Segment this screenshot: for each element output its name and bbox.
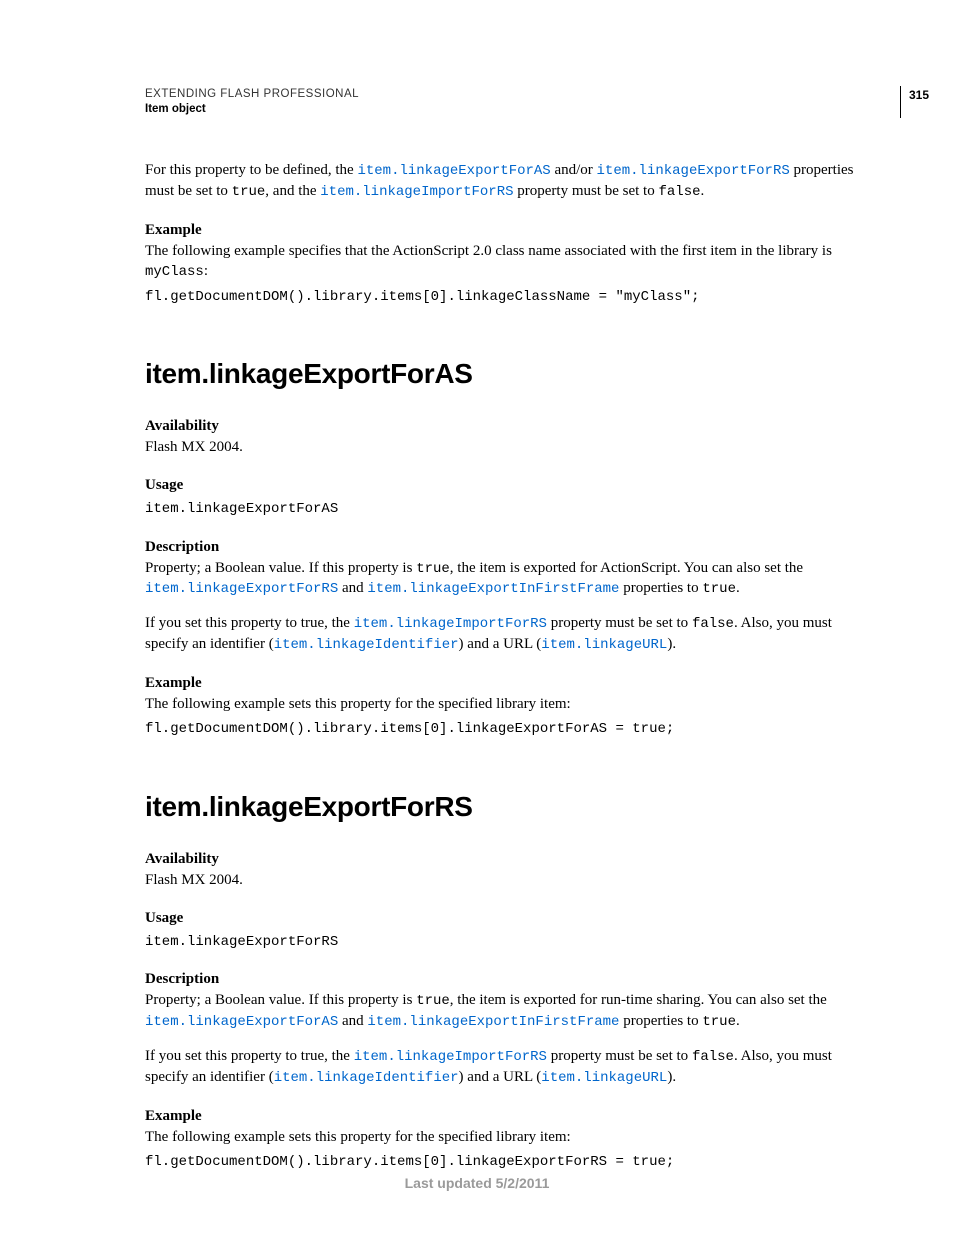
text: . xyxy=(736,1013,740,1029)
availability-text: Flash MX 2004. xyxy=(145,870,859,890)
code-true: true xyxy=(702,1014,736,1030)
link-linkage-identifier[interactable]: item.linkageIdentifier xyxy=(274,1070,459,1086)
example-text: The following example sets this property… xyxy=(145,1127,859,1147)
example-label: Example xyxy=(145,675,859,692)
usage-label: Usage xyxy=(145,910,859,927)
code-false: false xyxy=(692,1049,734,1065)
description-p1: Property; a Boolean value. If this prope… xyxy=(145,558,859,600)
example-text: The following example sets this property… xyxy=(145,694,859,714)
availability-text: Flash MX 2004. xyxy=(145,437,859,457)
link-linkage-url[interactable]: item.linkageURL xyxy=(541,1070,667,1086)
footer-last-updated: Last updated 5/2/2011 xyxy=(0,1175,954,1191)
text: , the item is exported for run-time shar… xyxy=(450,992,827,1008)
intro-paragraph: For this property to be defined, the ite… xyxy=(145,160,859,202)
text: . xyxy=(736,580,740,596)
text: ) and a URL ( xyxy=(459,636,542,652)
text: ) and a URL ( xyxy=(459,1069,542,1085)
usage-label: Usage xyxy=(145,477,859,494)
text: properties to xyxy=(619,580,702,596)
link-linkage-export-for-as[interactable]: item.linkageExportForAS xyxy=(357,163,550,179)
example-code: fl.getDocumentDOM().library.items[0].lin… xyxy=(145,1153,859,1171)
description-p1: Property; a Boolean value. If this prope… xyxy=(145,990,859,1032)
text: Property; a Boolean value. If this prope… xyxy=(145,560,416,576)
link-linkage-identifier[interactable]: item.linkageIdentifier xyxy=(274,637,459,653)
text: and xyxy=(338,580,367,596)
code-false: false xyxy=(692,616,734,632)
example-text: The following example specifies that the… xyxy=(145,241,859,282)
text: and/or xyxy=(551,162,597,178)
text: , and the xyxy=(265,183,320,199)
link-linkage-import-for-rs[interactable]: item.linkageImportForRS xyxy=(354,1049,547,1065)
example-code: fl.getDocumentDOM().library.items[0].lin… xyxy=(145,288,859,306)
text: ). xyxy=(667,1069,676,1085)
link-linkage-export-for-as[interactable]: item.linkageExportForAS xyxy=(145,1014,338,1030)
link-linkage-export-for-rs[interactable]: item.linkageExportForRS xyxy=(597,163,790,179)
heading-linkage-export-for-rs: item.linkageExportForRS xyxy=(145,791,859,823)
example-code: fl.getDocumentDOM().library.items[0].lin… xyxy=(145,720,859,738)
description-label: Description xyxy=(145,539,859,556)
description-label: Description xyxy=(145,971,859,988)
link-linkage-export-in-first-frame[interactable]: item.linkageExportInFirstFrame xyxy=(367,581,619,597)
code-false: false xyxy=(658,184,700,200)
text: ). xyxy=(667,636,676,652)
text: : xyxy=(204,263,208,279)
example-label: Example xyxy=(145,222,859,239)
header-section: Item object xyxy=(145,103,859,115)
text: If you set this property to true, the xyxy=(145,615,354,631)
usage-code: item.linkageExportForAS xyxy=(145,500,859,518)
text: If you set this property to true, the xyxy=(145,1048,354,1064)
link-linkage-import-for-rs[interactable]: item.linkageImportForRS xyxy=(354,616,547,632)
description-p2: If you set this property to true, the it… xyxy=(145,613,859,655)
availability-label: Availability xyxy=(145,851,859,868)
usage-code: item.linkageExportForRS xyxy=(145,933,859,951)
text: property must be set to xyxy=(514,183,659,199)
code-true: true xyxy=(702,581,736,597)
heading-linkage-export-for-as: item.linkageExportForAS xyxy=(145,358,859,390)
link-linkage-import-for-rs[interactable]: item.linkageImportForRS xyxy=(320,184,513,200)
text: , the item is exported for ActionScript.… xyxy=(450,560,803,576)
text: and xyxy=(338,1013,367,1029)
description-p2: If you set this property to true, the it… xyxy=(145,1046,859,1088)
code-true: true xyxy=(416,561,450,577)
link-linkage-url[interactable]: item.linkageURL xyxy=(541,637,667,653)
page-header: EXTENDING FLASH PROFESSIONAL Item object… xyxy=(145,88,859,124)
text: properties to xyxy=(619,1013,702,1029)
link-linkage-export-for-rs[interactable]: item.linkageExportForRS xyxy=(145,581,338,597)
text: . xyxy=(701,183,705,199)
availability-label: Availability xyxy=(145,418,859,435)
page-container: EXTENDING FLASH PROFESSIONAL Item object… xyxy=(0,0,954,1235)
code-true: true xyxy=(232,184,266,200)
code-true: true xyxy=(416,993,450,1009)
example-label: Example xyxy=(145,1108,859,1125)
page-number: 315 xyxy=(900,86,929,118)
text: property must be set to xyxy=(547,615,692,631)
text: Property; a Boolean value. If this prope… xyxy=(145,992,416,1008)
text: For this property to be defined, the xyxy=(145,162,357,178)
text: property must be set to xyxy=(547,1048,692,1064)
link-linkage-export-in-first-frame[interactable]: item.linkageExportInFirstFrame xyxy=(367,1014,619,1030)
text: The following example specifies that the… xyxy=(145,243,832,259)
header-title: EXTENDING FLASH PROFESSIONAL xyxy=(145,88,859,100)
code-classname: myClass xyxy=(145,264,204,280)
